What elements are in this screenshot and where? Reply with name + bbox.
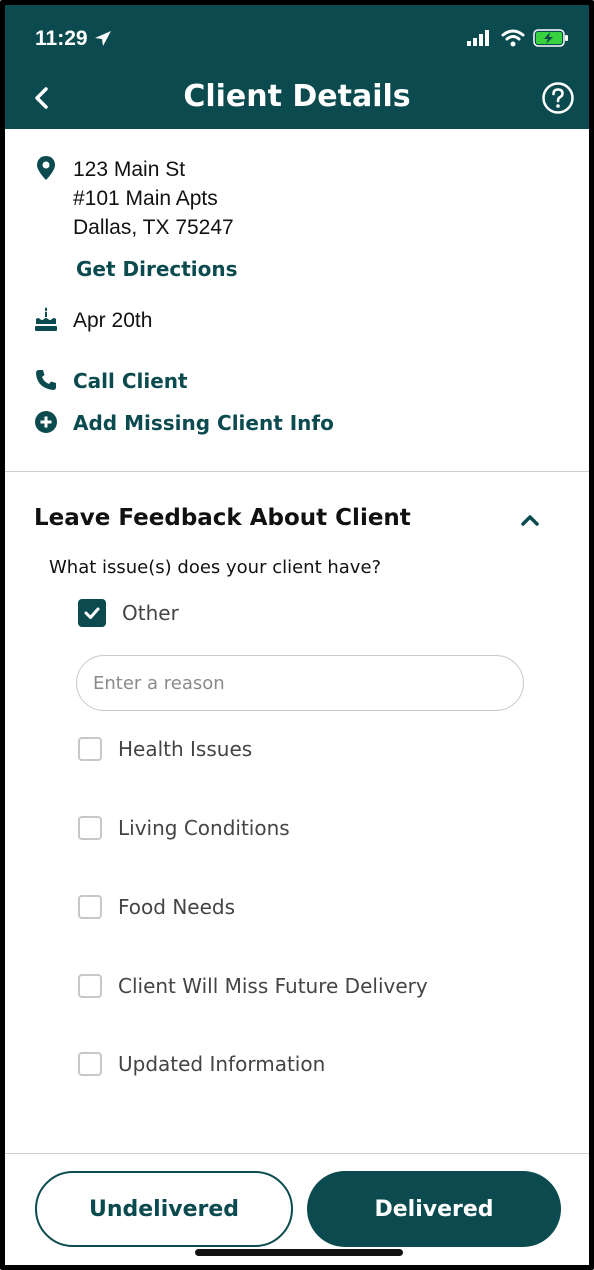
address-text: 123 Main St #101 Main Apts Dallas, TX 75… bbox=[73, 155, 234, 242]
section-divider bbox=[5, 471, 589, 472]
status-bar-time: 11:29 bbox=[35, 27, 112, 51]
undelivered-button[interactable]: Undelivered bbox=[35, 1171, 293, 1247]
app-header: 11:29 Client Details bbox=[5, 5, 589, 129]
option-other[interactable]: Other bbox=[78, 599, 179, 627]
address-row: 123 Main St #101 Main Apts Dallas, TX 75… bbox=[33, 155, 234, 242]
checkbox-living-conditions[interactable] bbox=[78, 816, 102, 840]
phone-frame: 11:29 Client Details 123 Main St #101 Ma… bbox=[0, 0, 594, 1270]
address-line-2: #101 Main Apts bbox=[73, 187, 218, 210]
battery-charging-icon bbox=[533, 29, 568, 47]
option-label: Other bbox=[122, 601, 179, 625]
reason-input[interactable] bbox=[76, 655, 524, 711]
cake-icon bbox=[33, 306, 59, 332]
location-arrow-icon bbox=[94, 31, 111, 46]
help-circle-icon[interactable] bbox=[541, 81, 575, 115]
checkbox-updated-information[interactable] bbox=[78, 1052, 102, 1076]
birthday-text: Apr 20th bbox=[73, 309, 153, 332]
phone-icon bbox=[33, 367, 59, 393]
chevron-up-icon[interactable] bbox=[515, 505, 545, 535]
signal-icon bbox=[467, 30, 489, 46]
add-missing-info-link[interactable]: Add Missing Client Info bbox=[73, 409, 334, 438]
option-label: Client Will Miss Future Delivery bbox=[118, 974, 428, 998]
address-line-3: Dallas, TX 75247 bbox=[73, 216, 234, 239]
status-bar-indicators bbox=[467, 29, 569, 47]
plus-circle-icon bbox=[33, 409, 59, 435]
wifi-icon bbox=[501, 29, 525, 47]
option-label: Health Issues bbox=[118, 737, 253, 761]
delivered-button[interactable]: Delivered bbox=[307, 1171, 561, 1247]
location-pin-icon bbox=[33, 155, 59, 181]
checkbox-food-needs[interactable] bbox=[78, 895, 102, 919]
option-miss-future-delivery[interactable]: Client Will Miss Future Delivery bbox=[78, 974, 428, 998]
add-info-row[interactable]: Add Missing Client Info bbox=[33, 409, 334, 438]
option-updated-information[interactable]: Updated Information bbox=[78, 1052, 325, 1076]
option-living-conditions[interactable]: Living Conditions bbox=[78, 816, 290, 840]
checkmark-icon bbox=[84, 607, 100, 619]
page-title: Client Details bbox=[183, 79, 411, 114]
option-label: Living Conditions bbox=[118, 816, 290, 840]
status-time-text: 11:29 bbox=[35, 27, 88, 50]
option-label: Updated Information bbox=[118, 1052, 326, 1076]
feedback-question: What issue(s) does your client have? bbox=[49, 557, 382, 578]
call-client-row[interactable]: Call Client bbox=[33, 367, 188, 396]
address-line-1: 123 Main St bbox=[73, 158, 186, 181]
checkbox-miss-future-delivery[interactable] bbox=[78, 974, 102, 998]
checkbox-other[interactable] bbox=[78, 599, 106, 627]
feedback-section-title: Leave Feedback About Client bbox=[34, 505, 411, 531]
option-health-issues[interactable]: Health Issues bbox=[78, 737, 252, 761]
option-food-needs[interactable]: Food Needs bbox=[78, 895, 235, 919]
call-client-link[interactable]: Call Client bbox=[73, 367, 188, 396]
birthday-row: Apr 20th bbox=[33, 306, 152, 335]
option-label: Food Needs bbox=[118, 895, 236, 919]
home-indicator bbox=[195, 1249, 403, 1256]
checkbox-health-issues[interactable] bbox=[78, 737, 102, 761]
get-directions-link[interactable]: Get Directions bbox=[76, 257, 238, 281]
